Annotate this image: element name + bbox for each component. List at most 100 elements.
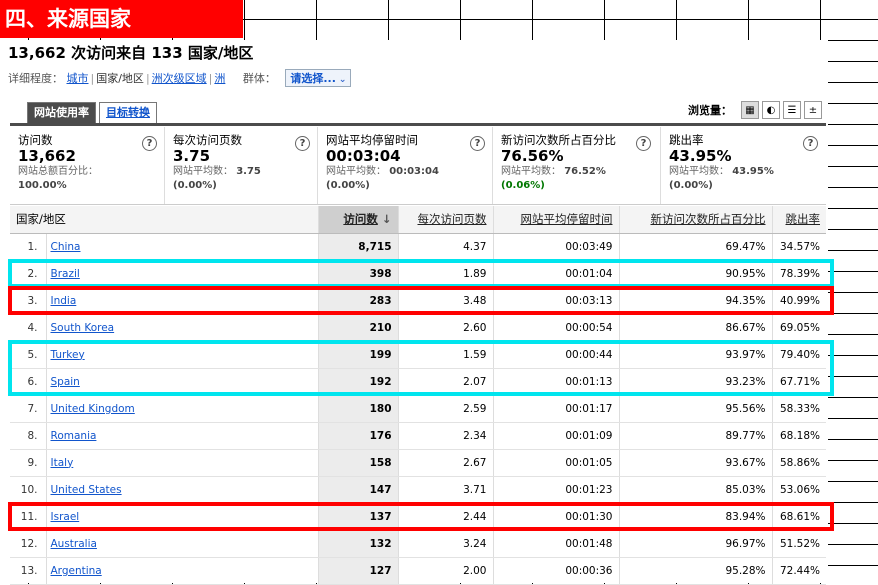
row-bounce: 79.40% [771, 341, 826, 369]
country-link[interactable]: United States [51, 484, 122, 496]
col-pages-per-visit[interactable]: 每次访问页数 [397, 206, 493, 234]
table-row: 2. Brazil 398 1.89 00:01:04 90.95% 78.39% [10, 260, 826, 288]
row-rank: 3. [10, 287, 46, 315]
row-country: Turkey [45, 341, 318, 369]
row-bounce: 68.61% [771, 503, 826, 531]
row-bounce: 69.05% [771, 314, 826, 342]
row-country: United Kingdom [45, 395, 318, 423]
country-link[interactable]: Argentina [51, 565, 102, 577]
row-new-visits: 90.95% [618, 260, 772, 288]
country-link[interactable]: Australia [51, 538, 97, 550]
row-bounce: 58.33% [771, 395, 826, 423]
row-new-visits: 83.94% [618, 503, 772, 531]
section-title: 四、来源国家 [0, 0, 243, 38]
row-visits: 176 [317, 422, 398, 450]
chevron-down-icon: ⌄ [338, 75, 347, 85]
country-table: 国家/地区 访问数 ↓ 每次访问页数 网站平均停留时间 新访问次数所占百分比 跳出… [10, 206, 826, 585]
country-link[interactable]: Italy [51, 457, 74, 469]
row-new-visits: 86.67% [618, 314, 772, 342]
row-rank: 13. [10, 557, 46, 585]
group-select-value: 请选择... [290, 72, 336, 85]
summary-visits: 13,662 [8, 44, 66, 62]
country-link[interactable]: United Kingdom [51, 403, 135, 415]
group-select[interactable]: 请选择... ⌄ [285, 69, 352, 87]
help-icon[interactable]: ? [470, 136, 485, 151]
row-country: Australia [45, 530, 318, 558]
help-icon[interactable]: ? [803, 136, 818, 151]
col-country[interactable]: 国家/地区 [10, 206, 318, 234]
row-bounce: 53.06% [771, 476, 826, 504]
row-bounce: 40.99% [771, 287, 826, 315]
row-visits: 132 [317, 530, 398, 558]
row-country: Israel [45, 503, 318, 531]
detail-country-current: 国家/地区 [96, 72, 144, 85]
country-link[interactable]: China [51, 241, 81, 253]
row-bounce: 58.86% [771, 449, 826, 477]
row-new-visits: 93.97% [618, 341, 772, 369]
tab-underline [10, 123, 826, 126]
col-new-visits[interactable]: 新访问次数所占百分比 [618, 206, 772, 234]
row-new-visits: 93.67% [618, 449, 772, 477]
row-time: 00:00:36 [492, 557, 619, 585]
table-row: 3. India 283 3.48 00:03:13 94.35% 40.99% [10, 287, 826, 315]
summary-countries: 133 [151, 44, 183, 62]
row-new-visits: 69.47% [618, 233, 772, 261]
country-link[interactable]: Brazil [51, 268, 80, 280]
row-bounce: 67.71% [771, 368, 826, 396]
row-visits: 210 [317, 314, 398, 342]
help-icon[interactable]: ? [295, 136, 310, 151]
row-pages: 3.24 [397, 530, 493, 558]
col-avg-time[interactable]: 网站平均停留时间 [492, 206, 619, 234]
country-link[interactable]: South Korea [51, 322, 115, 334]
detail-city-link[interactable]: 城市 [67, 72, 89, 85]
bar-view-icon[interactable]: ☰ [783, 101, 801, 119]
row-country: Argentina [45, 557, 318, 585]
compare-view-icon[interactable]: ± [804, 101, 822, 119]
row-bounce: 72.44% [771, 557, 826, 585]
row-time: 00:01:04 [492, 260, 619, 288]
row-rank: 8. [10, 422, 46, 450]
row-time: 00:01:13 [492, 368, 619, 396]
help-icon[interactable]: ? [636, 136, 651, 151]
row-time: 00:01:23 [492, 476, 619, 504]
col-visits[interactable]: 访问数 ↓ [317, 206, 398, 234]
row-time: 00:01:30 [492, 503, 619, 531]
row-visits: 137 [317, 503, 398, 531]
row-visits: 283 [317, 287, 398, 315]
row-pages: 2.60 [397, 314, 493, 342]
summary-text1: 次访问来自 [71, 44, 147, 62]
detail-continent-link[interactable]: 洲 [214, 72, 225, 85]
country-link[interactable]: Turkey [51, 349, 85, 361]
table-header-row: 国家/地区 访问数 ↓ 每次访问页数 网站平均停留时间 新访问次数所占百分比 跳出… [10, 206, 826, 234]
row-rank: 1. [10, 233, 46, 261]
table-row: 10. United States 147 3.71 00:01:23 85.03% 53.… [10, 476, 826, 504]
row-country: United States [45, 476, 318, 504]
col-bounce-rate[interactable]: 跳出率 [771, 206, 826, 234]
row-country: Italy [45, 449, 318, 477]
sort-desc-icon: ↓ [381, 212, 392, 227]
table-row: 8. Romania 176 2.34 00:01:09 89.77% 68.18% [10, 422, 826, 450]
row-time: 00:00:44 [492, 341, 619, 369]
country-link[interactable]: Romania [51, 430, 97, 442]
table-row: 6. Spain 192 2.07 00:01:13 93.23% 67.71% [10, 368, 826, 396]
view-switcher: 浏览量： ▦ ◐ ☰ ± [688, 101, 822, 119]
row-pages: 2.44 [397, 503, 493, 531]
row-rank: 6. [10, 368, 46, 396]
country-link[interactable]: India [51, 295, 77, 307]
stat-new-visits: 新访问次数所占百分比 76.56% 网站平均数： 76.52% (0.06%) … [493, 127, 661, 204]
country-link[interactable]: Spain [51, 376, 80, 388]
table-view-icon[interactable]: ▦ [741, 101, 759, 119]
tab-goal-conversion[interactable]: 目标转换 [99, 102, 157, 123]
row-new-visits: 93.23% [618, 368, 772, 396]
help-icon[interactable]: ? [142, 136, 157, 151]
row-visits: 8,715 [317, 233, 398, 261]
stat-visits: 访问数 13,662 网站总额百分比： 100.00% ? [10, 127, 165, 204]
row-pages: 1.89 [397, 260, 493, 288]
pie-view-icon[interactable]: ◐ [762, 101, 780, 119]
summary-text2: 国家/地区 [187, 44, 254, 62]
tab-site-usage[interactable]: 网站使用率 [27, 102, 96, 123]
country-link[interactable]: Israel [51, 511, 80, 523]
row-pages: 3.48 [397, 287, 493, 315]
stat-pages-per-visit: 每次访问页数 3.75 网站平均数： 3.75 (0.00%) ? [165, 127, 318, 204]
detail-subcontinent-link[interactable]: 洲次级区域 [152, 72, 207, 85]
